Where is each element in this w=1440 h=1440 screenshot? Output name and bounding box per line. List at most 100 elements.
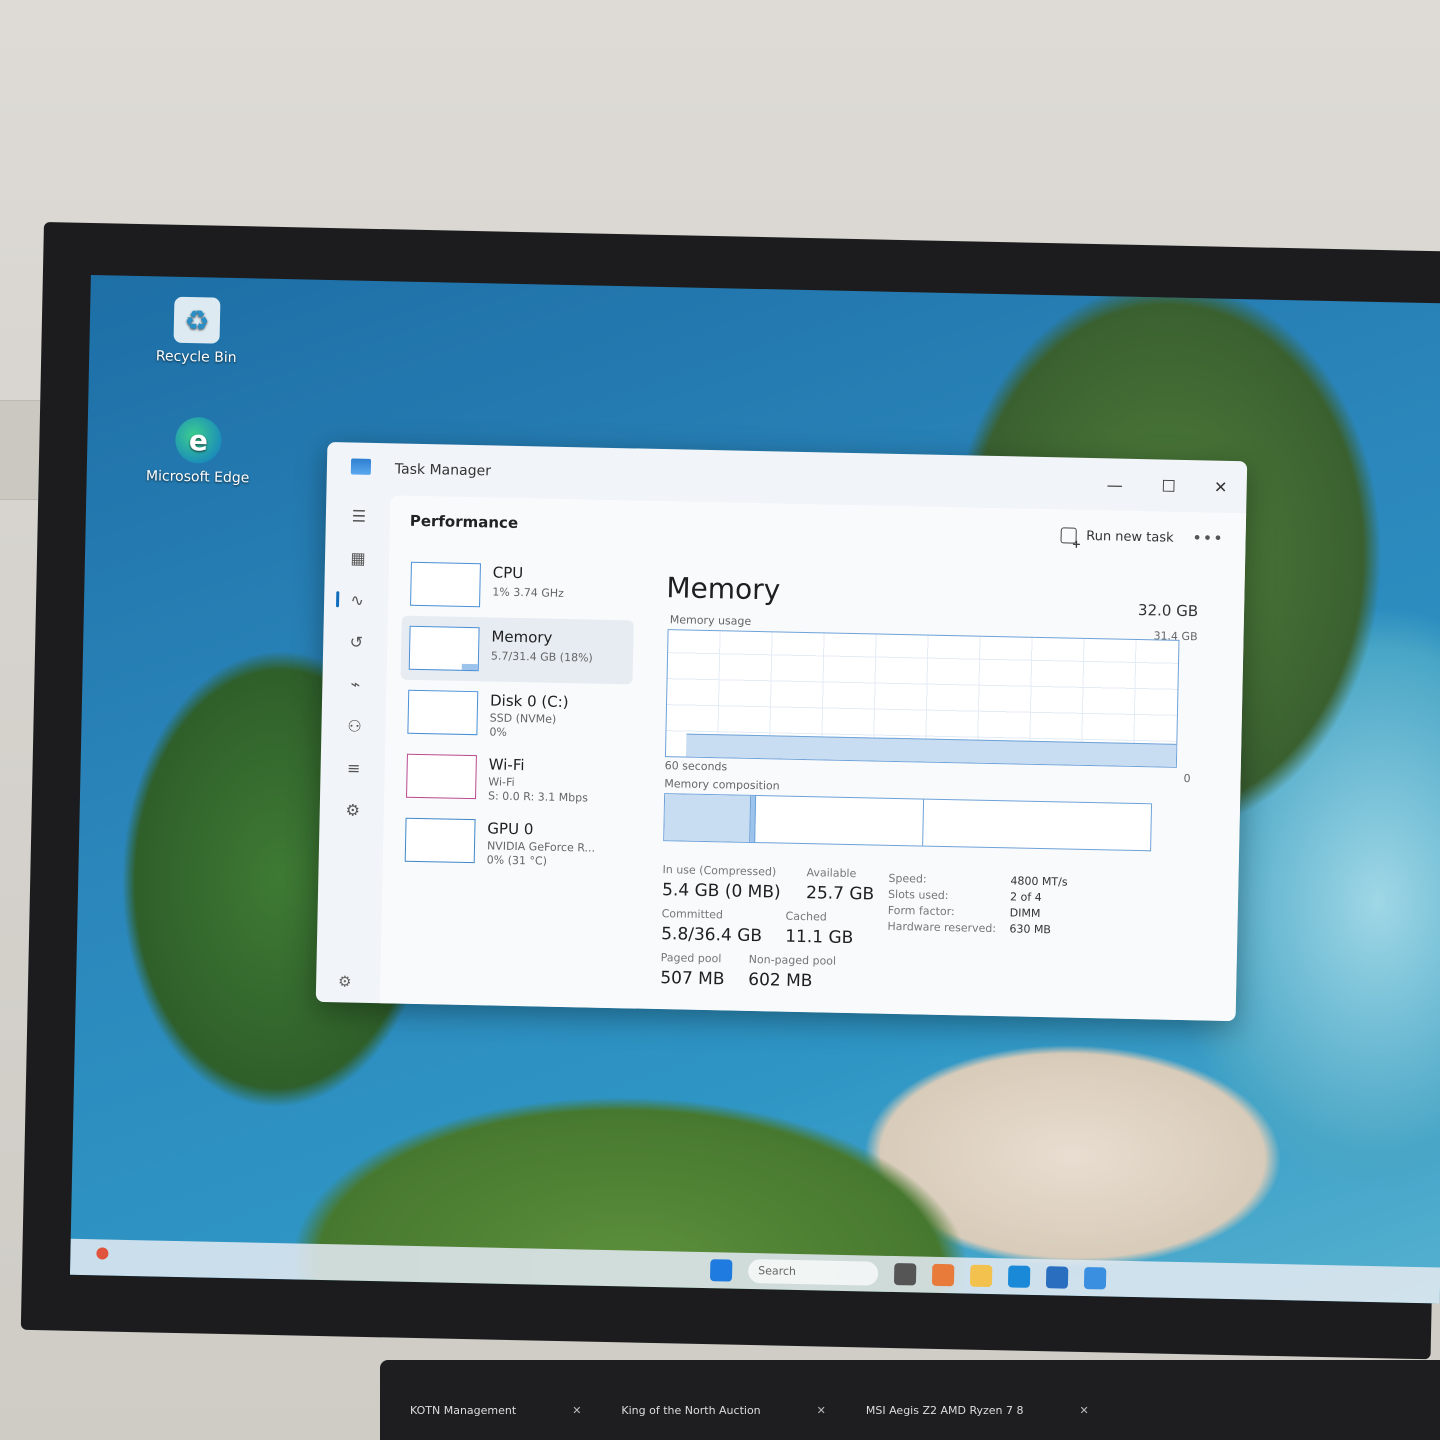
menu-icon[interactable]: ☰ [348,504,370,526]
performance-icon[interactable]: ∿ [346,588,368,610]
browser-tab[interactable]: MSI Aegis Z2 AMD Ryzen 7 8 ✕ [866,1404,1089,1417]
stat-cached: Cached 11.1 GB [785,910,854,948]
composition-in-use [664,794,752,842]
settings-gear-icon[interactable]: ⚙ [338,972,352,990]
memory-composition-label: Memory composition [664,777,780,793]
memory-composition-bar [663,793,1153,852]
perf-item-detail: SSD (NVMe) [489,711,557,726]
memory-usage-fill [686,733,1177,767]
spec-key: Hardware reserved: [887,919,997,936]
perf-item-detail-2: S: 0.0 R: 3.1 Mbps [487,789,589,805]
desktop-icon-recycle-bin[interactable]: ♻ Recycle Bin [141,296,252,366]
monitor: ♻ Recycle Bin e Microsoft Edge Task Mana… [20,222,1440,1360]
stat-label: Cached [785,909,827,924]
gpu-thumbnail-graph [404,817,476,864]
task-manager-taskbar-icon[interactable] [1083,1267,1107,1290]
stat-paged-pool: Paged pool 507 MB [660,951,725,989]
startup-icon[interactable]: ⌁ [344,672,366,694]
browser-tab[interactable]: KOTN Management ✕ [410,1404,581,1417]
weather-icon [96,1247,109,1260]
desktop-screen: ♻ Recycle Bin e Microsoft Edge Task Mana… [69,274,1440,1304]
memory-thumbnail-graph [408,625,480,672]
tab-close-icon[interactable]: ✕ [572,1404,581,1417]
stat-value: 5.4 GB (0 MB) [661,880,781,903]
performance-list: CPU 1% 3.74 GHz Memory 5.7/31.4 GB (18%)… [396,552,635,877]
stat-value: 11.1 GB [784,926,854,949]
desktop-icon-label: Recycle Bin [155,348,237,367]
edge-taskbar-icon[interactable] [1007,1265,1031,1288]
tab-close-icon[interactable]: ✕ [817,1404,826,1417]
stat-committed: Committed 5.8/36.4 GB [661,907,763,946]
memory-spec-table: Speed: 4800 MT/s Slots used: 2 of 4 Form f… [887,872,1067,940]
run-task-icon [1060,527,1077,544]
stat-value: 602 MB [748,969,813,992]
perf-item-disk[interactable]: Disk 0 (C:) SSD (NVMe) 0% [399,680,632,749]
details-icon[interactable]: ≡ [342,756,364,778]
stat-value: 5.8/36.4 GB [661,924,763,947]
perf-item-detail: NVIDIA GeForce R... [486,839,596,855]
tab-label: King of the North Auction [621,1404,761,1417]
minimize-button[interactable]: — [1094,470,1135,499]
app-history-icon[interactable]: ↺ [345,630,367,652]
taskbar-search[interactable]: Search [747,1258,879,1286]
stat-label: In use (Compressed) [662,863,777,879]
maximize-button[interactable]: ☐ [1148,471,1189,500]
spec-value: 2 of 4 [1009,890,1042,905]
memory-usage-label: Memory usage [669,613,752,628]
more-options-button[interactable]: ••• [1192,528,1224,548]
recycle-bin-icon: ♻ [173,296,221,344]
run-new-task-label: Run new task [1086,528,1174,546]
perf-item-name: Disk 0 (C:) [489,691,569,712]
browser-tabs: KOTN Management ✕ King of the North Aucti… [410,1404,1089,1417]
spec-value: 4800 MT/s [1010,874,1068,889]
browser-tab[interactable]: King of the North Auction ✕ [621,1404,825,1417]
wifi-thumbnail-graph [406,753,477,800]
memory-usage-graph [664,629,1180,768]
laptop-bezel [380,1360,1440,1440]
windows-taskbar: Search [69,1238,1440,1304]
page-title: Performance [409,511,519,532]
taskbar-center: Search [709,1258,1107,1290]
start-button-icon[interactable] [709,1259,733,1282]
perf-item-gpu[interactable]: GPU 0 NVIDIA GeForce R... 0% (31 °C) [396,808,629,877]
store-icon[interactable] [1045,1266,1069,1289]
memory-total: 32.0 GB [1137,600,1199,621]
services-icon[interactable]: ⚙ [342,798,364,820]
stat-value: 507 MB [660,968,725,990]
perf-item-name: Wi-Fi [488,755,525,775]
window-title: Task Manager [394,461,492,480]
file-explorer-icon[interactable] [969,1264,993,1288]
task-manager-app-icon [350,458,372,475]
stat-in-use: In use (Compressed) 5.4 GB (0 MB) [662,863,781,902]
perf-item-detail: 1% 3.74 GHz [492,585,564,600]
perf-item-detail-2: 0% [489,725,508,739]
disk-thumbnail-graph [407,689,479,736]
perf-item-wifi[interactable]: Wi-Fi Wi-Fi S: 0.0 R: 3.1 Mbps [398,744,631,813]
edge-icon: e [174,416,222,464]
perf-item-memory[interactable]: Memory 5.7/31.4 GB (18%) [400,615,634,685]
perf-item-name: CPU [492,563,524,583]
perf-item-detail: 5.7/31.4 GB (18%) [490,649,593,665]
graph-min-label: 0 [1183,771,1191,786]
desktop-icon-edge[interactable]: e Microsoft Edge [143,416,254,486]
tab-close-icon[interactable]: ✕ [1080,1404,1089,1417]
composition-free [923,800,1151,851]
perf-item-detail: Wi-Fi [488,775,515,789]
perf-item-name: Memory [491,627,553,647]
perf-item-cpu[interactable]: CPU 1% 3.74 GHz [402,552,635,621]
stat-value: 25.7 GB [805,883,875,905]
run-new-task-button[interactable]: Run new task [1060,527,1174,545]
task-view-icon[interactable] [893,1263,917,1286]
close-button[interactable]: ✕ [1200,472,1241,501]
chrome-icon[interactable] [931,1263,955,1287]
tab-label: KOTN Management [410,1404,517,1417]
cpu-thumbnail-graph [410,561,481,608]
task-manager-window: Task Manager — ☐ ✕ ☰ ▦ ∿ ↺ ⌁ ⚇ ≡ ⚙ Perfo… [315,441,1248,1022]
processes-icon[interactable]: ▦ [347,546,369,568]
spec-row: Hardware reserved: 630 MB [887,920,1066,940]
spec-value: 630 MB [1009,922,1052,937]
users-icon[interactable]: ⚇ [343,714,365,736]
stat-label: Paged pool [660,951,722,966]
spec-value: DIMM [1009,906,1041,921]
weather-widget[interactable] [96,1247,109,1260]
